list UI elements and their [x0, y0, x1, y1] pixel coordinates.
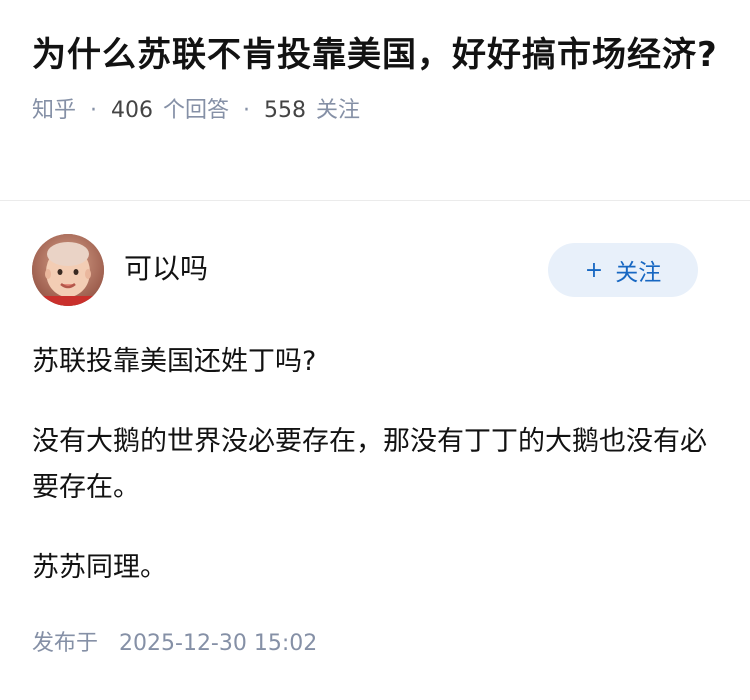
follow-button[interactable]: + 关注 [548, 243, 698, 297]
publish-label: 发布于 [32, 631, 99, 656]
avatar[interactable] [32, 234, 104, 306]
question-title[interactable]: 为什么苏联不肯投靠美国，好好搞市场经济? [32, 30, 718, 80]
answer-count-label[interactable]: 个回答 [163, 94, 229, 128]
answer-card: 可以吗 + 关注 苏联投靠美国还姓丁吗? 没有大鹅的世界没必要存在，那没有丁丁的… [0, 233, 750, 657]
divider [0, 200, 750, 201]
publish-time: 发布于 2025-12-30 15:02 [32, 625, 718, 657]
question-meta: 知乎 · 406 个回答 · 558 关注 [32, 94, 718, 128]
answer-paragraph: 苏联投靠美国还姓丁吗? [32, 346, 317, 377]
zhihu-answer-page: 为什么苏联不肯投靠美国，好好搞市场经济? 知乎 · 406 个回答 · 558 … [0, 0, 750, 700]
plus-icon: + [584, 257, 604, 283]
answer-count: 406 [111, 98, 154, 123]
follow-button-label: 关注 [615, 260, 662, 286]
question-header: 为什么苏联不肯投靠美国，好好搞市场经济? 知乎 · 406 个回答 · 558 … [0, 0, 750, 170]
author-row: 可以吗 + 关注 [32, 233, 718, 307]
source-label[interactable]: 知乎 [32, 94, 76, 128]
follower-count: 558 [264, 98, 307, 123]
publish-timestamp: 2025-12-30 15:02 [119, 631, 318, 656]
author-name[interactable]: 可以吗 [124, 247, 208, 287]
meta-separator: · [90, 98, 98, 123]
follower-count-label[interactable]: 关注 [316, 94, 360, 128]
child-avatar-icon [32, 234, 104, 306]
meta-separator: · [243, 98, 251, 123]
answer-paragraph: 苏苏同理。 [32, 552, 167, 583]
answer-paragraph: 没有大鹅的世界没必要存在，那没有丁丁的大鹅也没有必要存在。 [32, 426, 707, 503]
answer-content: 苏联投靠美国还姓丁吗? 没有大鹅的世界没必要存在，那没有丁丁的大鹅也没有必要存在… [32, 339, 718, 591]
